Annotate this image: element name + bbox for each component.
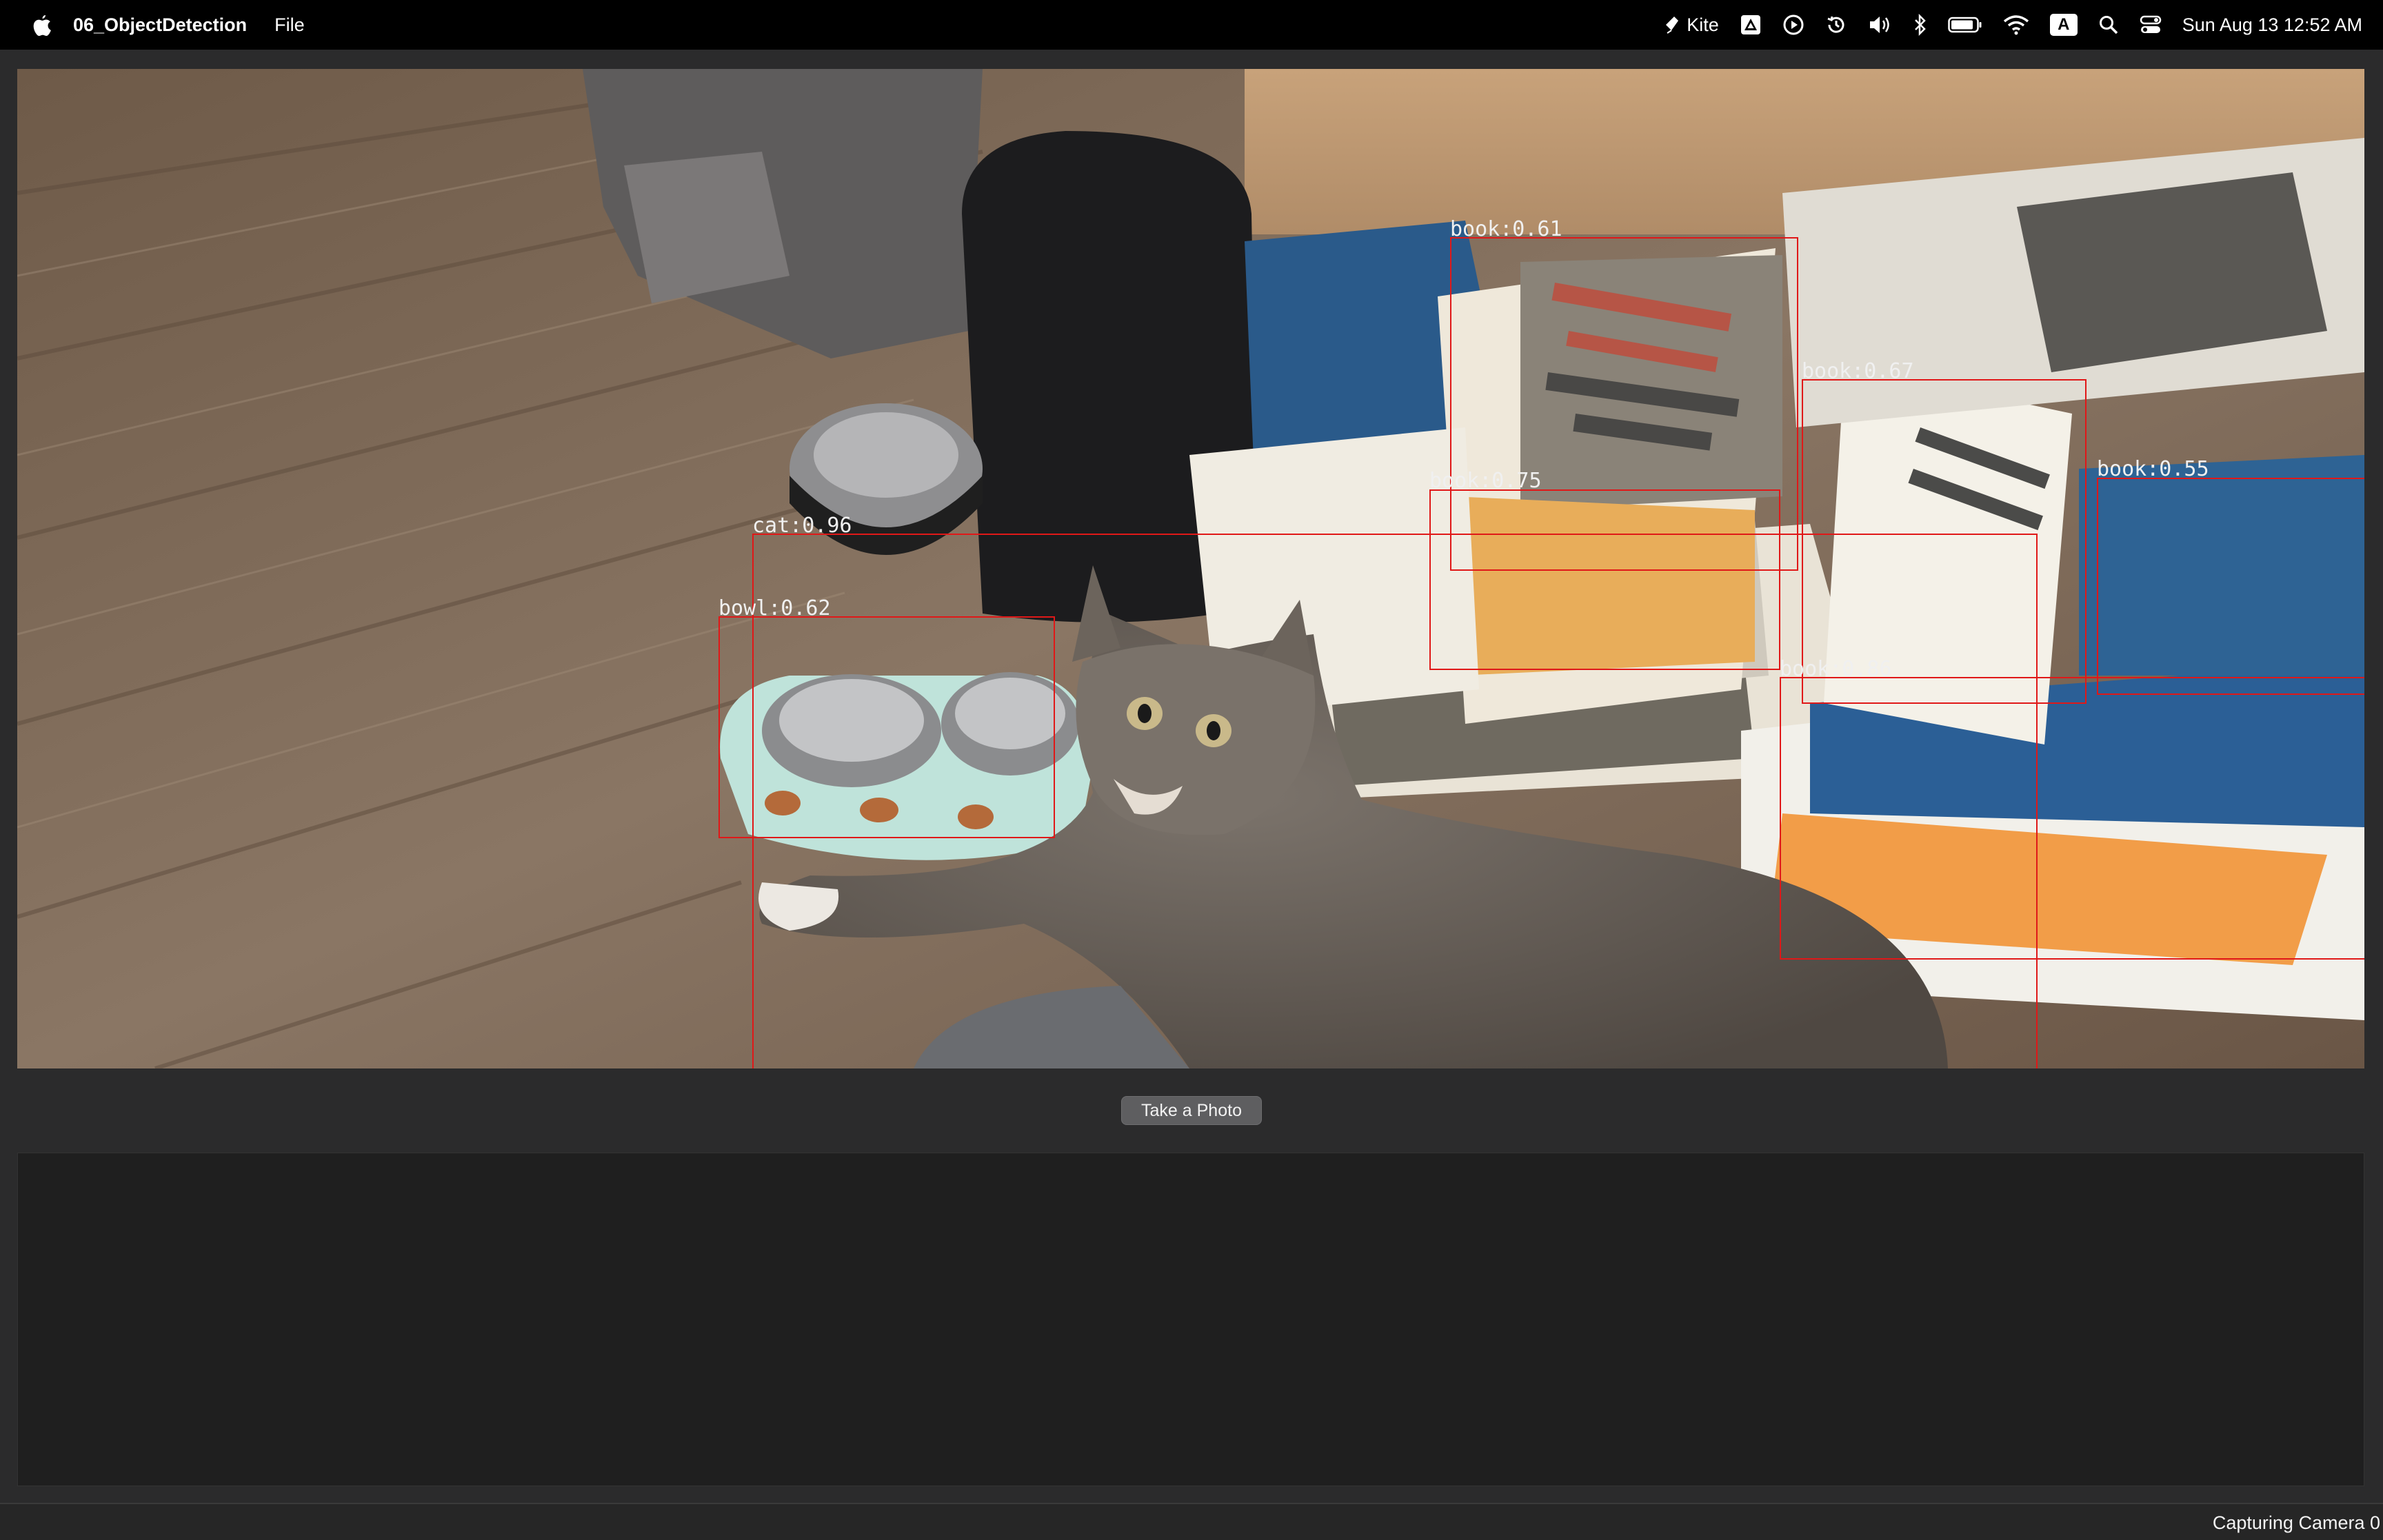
control-center-icon[interactable] <box>2140 0 2162 50</box>
file-menu[interactable]: File <box>274 14 305 36</box>
take-photo-button[interactable]: Take a Photo <box>1121 1096 1262 1125</box>
kite-label[interactable]: Kite <box>1687 14 1719 36</box>
input-source-icon[interactable]: A <box>2049 0 2078 50</box>
spotlight-icon[interactable] <box>2098 0 2119 50</box>
bluetooth-icon[interactable] <box>1913 0 1927 50</box>
detection-label: book:0.86 <box>1780 657 1892 681</box>
detection-label: book:0.61 <box>1450 217 1562 241</box>
time-machine-icon[interactable] <box>1825 0 1847 50</box>
detection-label: cat:0.96 <box>752 514 852 538</box>
detection-box-bowl-062 <box>718 616 1055 838</box>
detection-label: book:0.55 <box>2097 457 2209 481</box>
detection-box-book-055 <box>2097 478 2364 695</box>
play-icon[interactable] <box>1782 0 1804 50</box>
kite-icon[interactable] <box>1663 0 1681 50</box>
status-text: Capturing Camera 0 <box>2212 1512 2380 1533</box>
battery-icon[interactable] <box>1948 0 1982 50</box>
camera-preview: book:0.61 book:0.67 book:0.55 book:0.75 … <box>17 69 2364 1068</box>
drive-icon[interactable] <box>1740 0 1762 50</box>
input-source-letter: A <box>2049 14 2078 36</box>
app-name-menu[interactable]: 06_ObjectDetection <box>73 14 247 36</box>
apple-icon[interactable] <box>21 0 62 50</box>
button-row: Take a Photo <box>0 1096 2383 1129</box>
menu-bar: 06_ObjectDetection File Kite A Sun Aug 1… <box>0 0 2383 50</box>
detection-label: book:0.75 <box>1429 469 1542 493</box>
detection-label: book:0.67 <box>1802 359 1914 383</box>
detection-box-book-086 <box>1780 677 2364 960</box>
status-bar: Capturing Camera 0 <box>0 1503 2383 1540</box>
wifi-icon[interactable] <box>2003 0 2029 50</box>
detection-label: bowl:0.62 <box>718 596 831 620</box>
output-panel <box>17 1153 2364 1486</box>
volume-icon[interactable] <box>1868 0 1893 50</box>
menubar-clock[interactable]: Sun Aug 13 12:52 AM <box>2182 14 2362 36</box>
app-window: book:0.61 book:0.67 book:0.55 book:0.75 … <box>0 50 2383 1540</box>
